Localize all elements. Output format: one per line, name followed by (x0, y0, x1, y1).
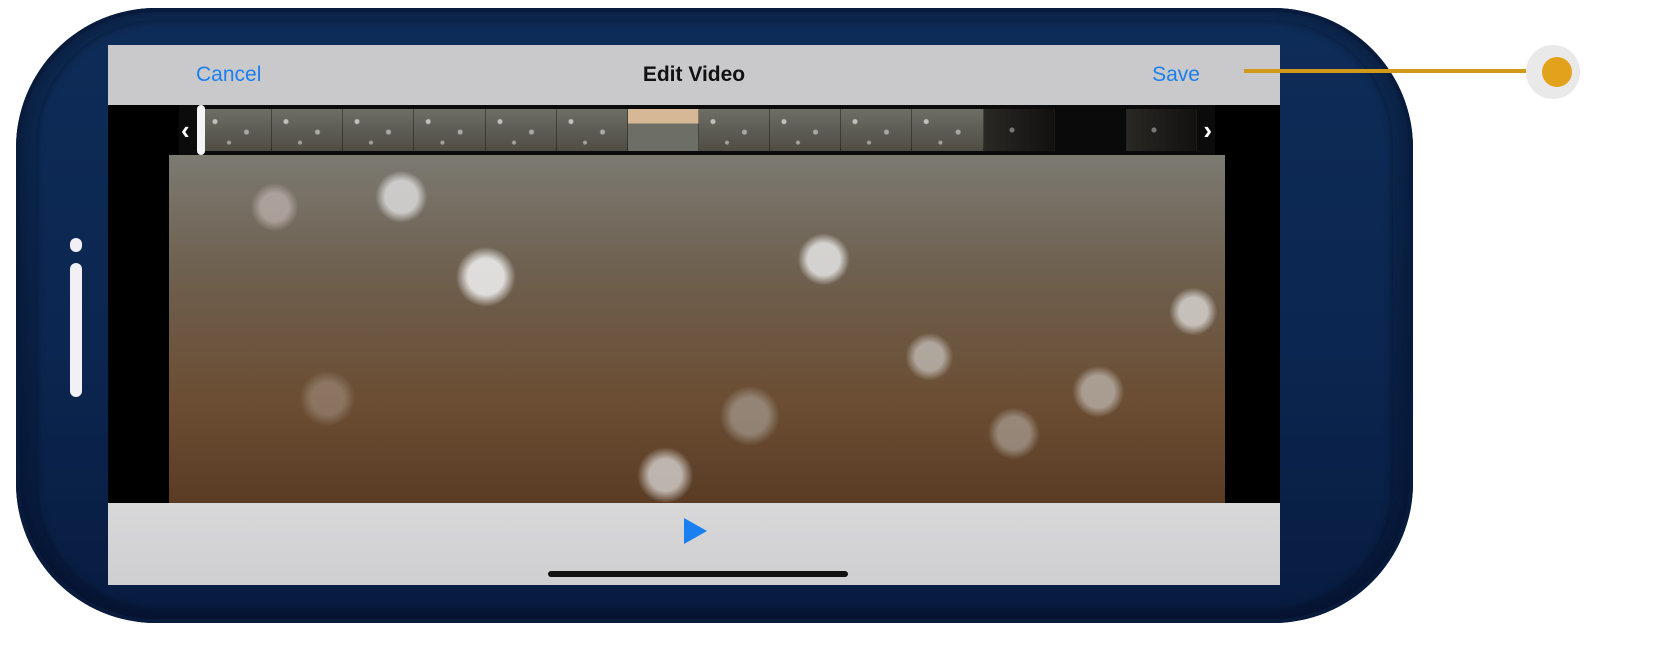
video-preview[interactable] (169, 155, 1225, 503)
trim-start-handle[interactable]: ‹ (181, 115, 190, 145)
frame-thumbnail (983, 109, 1055, 151)
frame-thumbnail (485, 109, 557, 151)
navigation-bar: Cancel Edit Video Save (108, 45, 1280, 105)
page-title: Edit Video (642, 63, 746, 86)
callout-marker (1526, 45, 1580, 99)
frame-thumbnail (1125, 109, 1197, 151)
save-button[interactable]: Save (1152, 63, 1200, 87)
frame-thumbnail (414, 109, 486, 151)
front-camera (70, 238, 82, 252)
frame-thumbnail (627, 109, 699, 151)
callout-line (1244, 69, 1529, 73)
home-indicator (548, 571, 848, 577)
frame-thumbnail (770, 109, 842, 151)
frame-thumbnail (698, 109, 771, 151)
play-icon[interactable] (684, 518, 707, 544)
frame-thumbnail (841, 109, 913, 151)
trim-end-handle[interactable]: › (1203, 115, 1212, 145)
speaker-bar (70, 263, 82, 397)
frame-thumbnails (201, 109, 1197, 151)
frame-thumbnail (343, 109, 415, 151)
playback-toolbar (108, 503, 1280, 585)
playhead-handle[interactable] (197, 105, 205, 155)
frame-thumbnail (201, 109, 273, 151)
trim-timeline[interactable]: ‹ › (179, 105, 1215, 155)
frame-thumbnail (1054, 109, 1126, 151)
frame-thumbnail (912, 109, 984, 151)
frame-thumbnail (272, 109, 344, 151)
phone-screen: Cancel Edit Video Save ‹ › (108, 45, 1280, 585)
frame-thumbnail (556, 109, 628, 151)
